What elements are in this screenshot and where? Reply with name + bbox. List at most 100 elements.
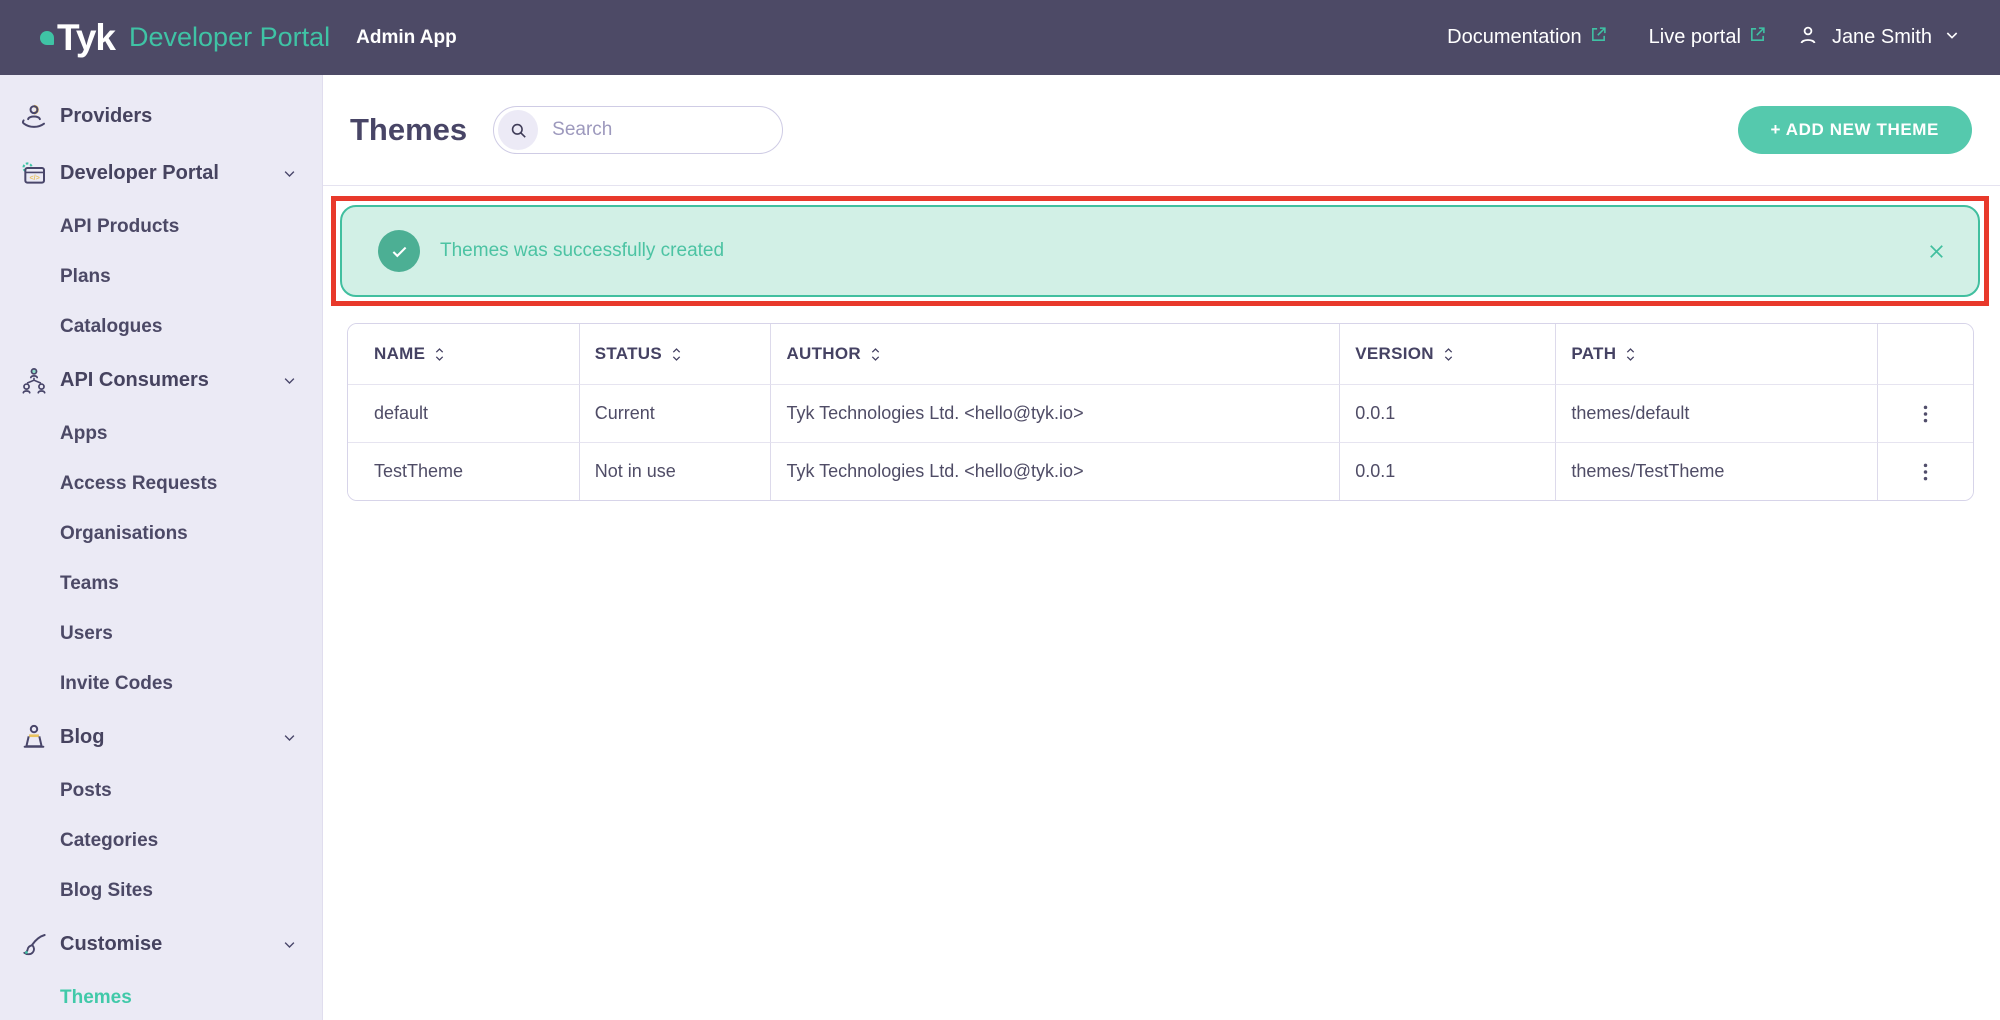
user-icon [1796,23,1820,53]
column-header-version[interactable]: VERSION [1339,324,1556,384]
documentation-link[interactable]: Documentation [1447,26,1607,49]
external-link-icon [1749,26,1766,49]
cell-name: default [348,384,579,442]
annotation-highlight-box: Themes was successfully created [331,196,1989,306]
sidebar-item-label: Plans [60,266,111,287]
sort-icon [436,347,444,361]
sidebar-item-providers[interactable]: Providers [0,88,322,145]
sidebar-item-label: Organisations [60,523,188,544]
sidebar-item-themes[interactable]: Themes [0,973,322,1020]
chevron-down-icon [1944,26,1960,49]
column-label: VERSION [1355,344,1434,363]
kebab-menu-icon[interactable] [1913,398,1938,430]
sidebar-item-categories[interactable]: Categories [0,816,322,866]
cell-name: TestTheme [348,442,579,500]
sidebar-item-label: Teams [60,573,119,594]
blog-icon [18,722,50,754]
cell-status: Not in use [578,442,771,500]
column-header-actions [1877,324,1973,384]
column-header-status[interactable]: STATUS [578,324,771,384]
customise-icon [18,929,50,961]
cell-version: 0.0.1 [1339,384,1556,442]
sidebar-item-label: Categories [60,830,159,851]
sidebar-item-label: Providers [60,105,153,127]
cell-author: Tyk Technologies Ltd. <hello@tyk.io> [770,442,1340,500]
sidebar-item-label: Blog [60,726,105,748]
sidebar-item-label: Themes [60,987,132,1008]
live-portal-link-label: Live portal [1648,26,1741,48]
success-alert: Themes was successfully created [340,205,1980,297]
navbar-right: Documentation Live portal Jane Smith [1447,23,1960,53]
providers-icon [18,101,50,133]
sidebar-item-label: Access Requests [60,473,218,494]
admin-app-label: Admin App [356,26,457,48]
live-portal-link[interactable]: Live portal [1649,26,1766,49]
table-row: default Current Tyk Technologies Ltd. <h… [348,384,1973,442]
chevron-down-icon [282,166,297,181]
sidebar-item-apps[interactable]: Apps [0,409,322,459]
developer-portal-icon: </> [18,158,50,190]
column-label: NAME [374,344,426,363]
sidebar-item-blog[interactable]: Blog [0,709,322,766]
sidebar-item-organisations[interactable]: Organisations [0,509,322,559]
search-input[interactable] [538,119,812,141]
user-menu[interactable]: Jane Smith [1796,23,1960,53]
sort-icon [871,347,880,361]
sidebar-item-label: Users [60,623,113,644]
cell-status: Current [578,384,771,442]
cell-author: Tyk Technologies Ltd. <hello@tyk.io> [770,384,1340,442]
tyk-logo: Tyk Developer Portal [40,17,330,59]
sidebar-item-label: Posts [60,780,112,801]
sidebar-item-label: API Consumers [60,369,209,391]
sidebar-item-label: Catalogues [60,316,163,337]
logo-text: Tyk [57,16,116,58]
top-navbar: Tyk Developer Portal Admin App Documenta… [0,0,2000,75]
table-row: TestTheme Not in use Tyk Technologies Lt… [348,442,1973,500]
column-header-name[interactable]: NAME [348,324,579,384]
logo-product-label: Developer Portal [129,22,331,52]
sort-icon [672,347,681,361]
sidebar-item-api-consumers[interactable]: API Consumers [0,352,322,409]
documentation-link-label: Documentation [1447,26,1582,48]
cell-path: themes/default [1555,384,1878,442]
sidebar-item-customise[interactable]: Customise [0,916,322,973]
search-box [493,106,812,154]
main-content: Themes + ADD NEW THEME Themes was succes… [323,75,2000,1020]
chevron-down-icon [282,937,297,952]
close-icon[interactable] [1925,240,1948,263]
sidebar-item-blog-sites[interactable]: Blog Sites [0,866,322,916]
sidebar-item-invite-codes[interactable]: Invite Codes [0,659,322,709]
alert-message: Themes was successfully created [440,240,725,261]
sidebar-item-label: Invite Codes [60,673,173,694]
column-label: PATH [1571,344,1617,363]
check-circle-icon [378,230,420,272]
search-icon [498,110,539,150]
page-header: Themes + ADD NEW THEME [323,75,2000,186]
sort-icon [1627,347,1635,361]
sidebar-item-users[interactable]: Users [0,609,322,659]
column-header-author[interactable]: AUTHOR [770,324,1340,384]
sidebar-item-access-requests[interactable]: Access Requests [0,459,322,509]
sidebar-item-teams[interactable]: Teams [0,559,322,609]
sidebar-item-label: API Products [60,216,180,237]
themes-table: NAME STATUS AUTHOR VERSION PATH default … [347,323,1974,501]
external-link-icon [1590,26,1607,49]
sidebar-item-posts[interactable]: Posts [0,766,322,816]
tyk-leaf-icon [40,30,54,45]
sidebar-item-label: Blog Sites [60,880,153,901]
column-label: STATUS [594,344,663,363]
sidebar-item-developer-portal[interactable]: </> Developer Portal [0,145,322,202]
sidebar-item-plans[interactable]: Plans [0,252,322,302]
sidebar-item-label: Customise [60,933,163,955]
user-name: Jane Smith [1831,26,1932,48]
column-header-path[interactable]: PATH [1555,324,1878,384]
sidebar-item-label: Developer Portal [60,162,219,184]
page-title: Themes [350,112,468,147]
kebab-menu-icon[interactable] [1913,456,1938,488]
svg-text:</>: </> [29,173,39,182]
sidebar-item-catalogues[interactable]: Catalogues [0,302,322,352]
cell-path: themes/TestTheme [1555,442,1878,500]
sidebar-item-api-products[interactable]: API Products [0,202,322,252]
add-new-theme-button[interactable]: + ADD NEW THEME [1737,106,1972,154]
api-consumers-icon [18,365,50,397]
